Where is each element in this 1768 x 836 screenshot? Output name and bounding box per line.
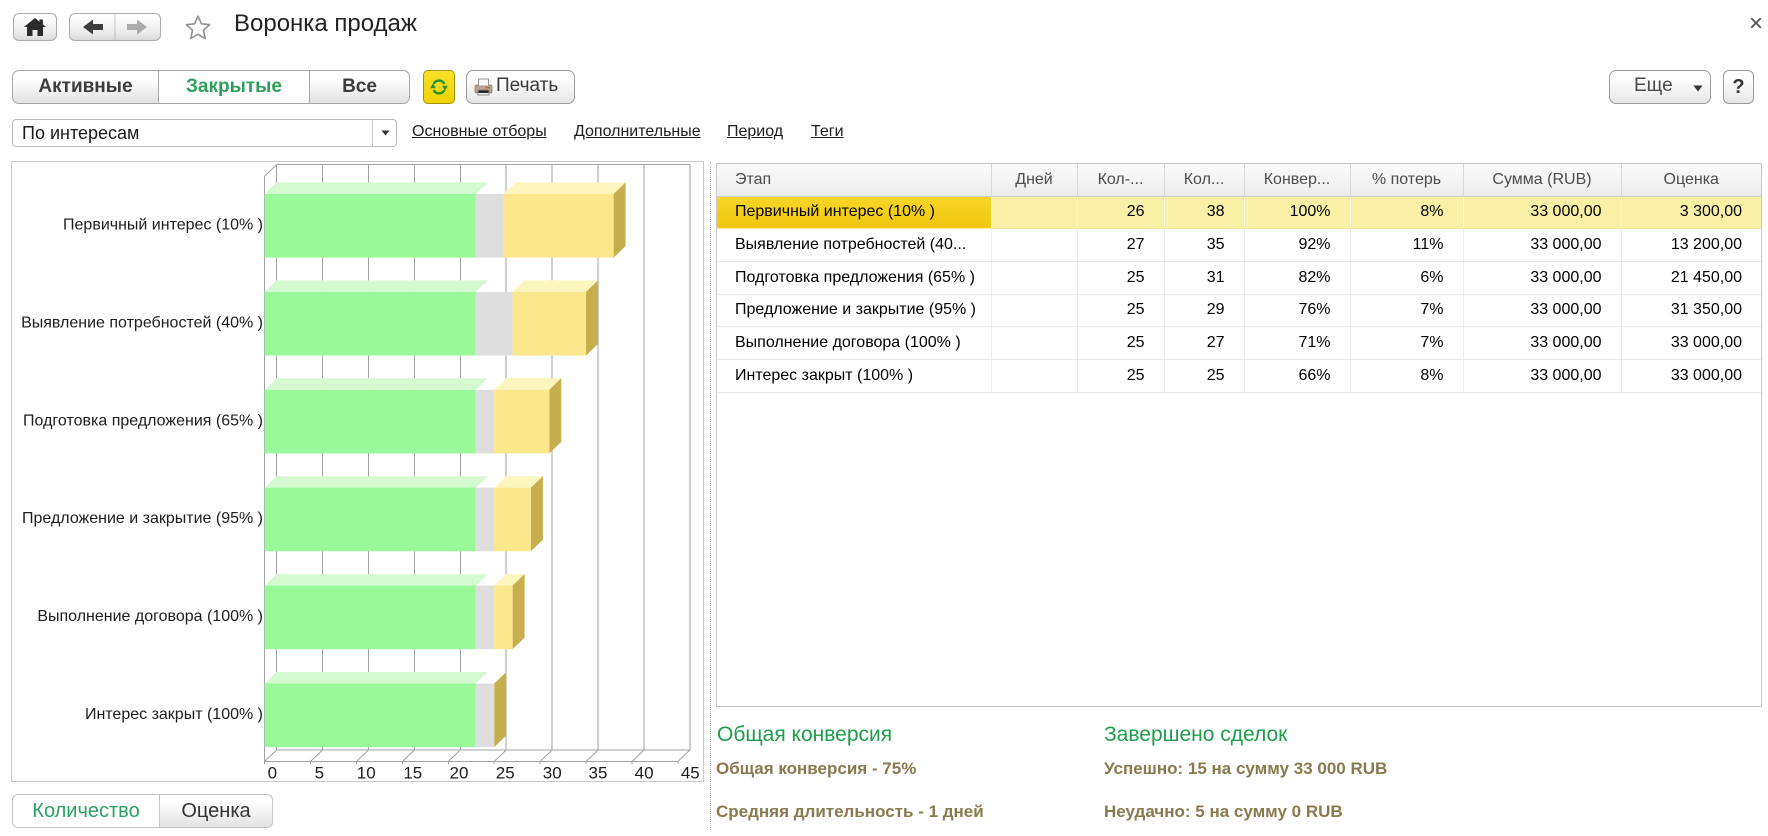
svg-text:40: 40 — [635, 764, 654, 783]
svg-text:5: 5 — [315, 764, 324, 783]
svg-text:Выявление потребностей (40% ): Выявление потребностей (40% ) — [21, 314, 263, 331]
svg-text:0: 0 — [268, 764, 277, 783]
svg-text:45: 45 — [681, 764, 700, 783]
svg-text:Выполнение договора (100% ): Выполнение договора (100% ) — [37, 608, 263, 625]
svg-text:Первичный интерес (10% ): Первичный интерес (10% ) — [63, 217, 263, 234]
svg-text:35: 35 — [589, 764, 608, 783]
svg-text:30: 30 — [543, 764, 562, 783]
svg-text:20: 20 — [450, 764, 469, 783]
svg-text:10: 10 — [357, 764, 376, 783]
svg-text:15: 15 — [403, 764, 422, 783]
svg-text:Предложение и закрытие (95% ): Предложение и закрытие (95% ) — [22, 510, 263, 527]
svg-text:25: 25 — [496, 764, 515, 783]
svg-text:Интерес закрыт (100% ): Интерес закрыт (100% ) — [85, 706, 263, 723]
svg-text:Подготовка предложения (65% ): Подготовка предложения (65% ) — [23, 412, 263, 429]
